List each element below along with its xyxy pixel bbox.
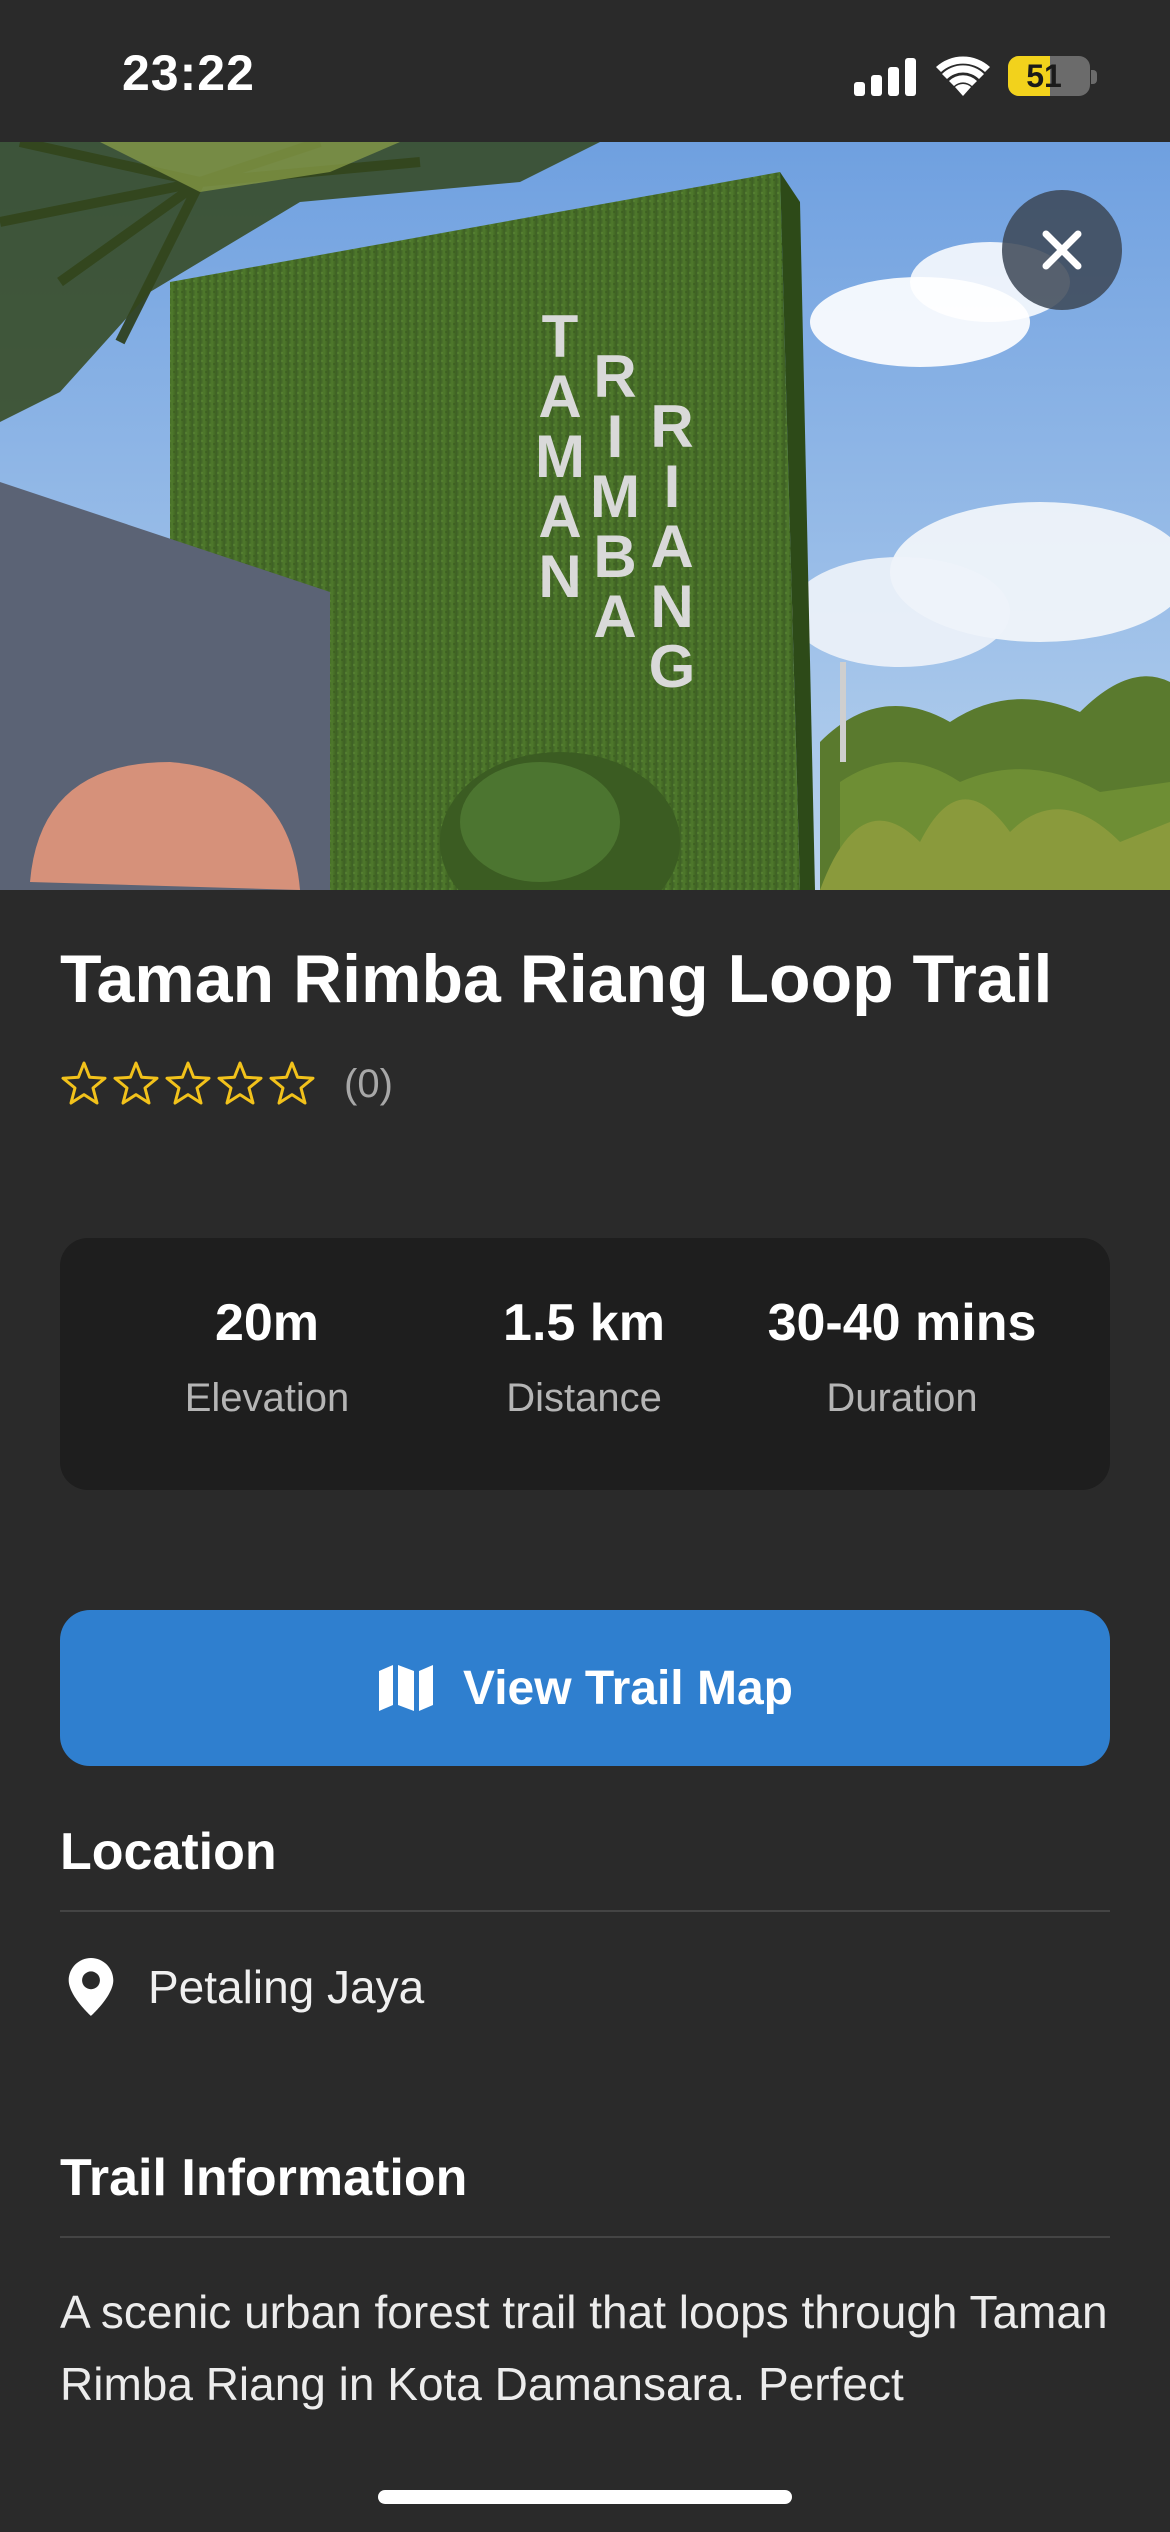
svg-text:N: N <box>650 573 693 640</box>
svg-text:M: M <box>535 423 585 490</box>
view-trail-map-button[interactable]: View Trail Map <box>60 1610 1110 1766</box>
stat-value: 30-40 mins <box>767 1294 1037 1352</box>
location-text: Petaling Jaya <box>148 1961 425 2013</box>
svg-text:A: A <box>538 363 581 430</box>
star-icon <box>113 1061 159 1105</box>
star-icon <box>269 1061 315 1105</box>
close-icon <box>1042 230 1082 270</box>
svg-text:N: N <box>538 543 581 610</box>
trail-title: Taman Rimba Riang Loop Trail <box>60 941 1053 1017</box>
battery-icon: 51 <box>1008 56 1090 96</box>
divider <box>60 2236 1110 2238</box>
view-trail-map-label: View Trail Map <box>463 1661 793 1715</box>
trail-description: A scenic urban forest trail that loops t… <box>60 2286 1108 2410</box>
svg-text:I: I <box>607 403 624 470</box>
svg-text:G: G <box>649 633 696 700</box>
wifi-icon <box>936 56 990 96</box>
stat-elevation: 20m Elevation <box>117 1292 417 1422</box>
svg-text:A: A <box>650 513 693 580</box>
stat-value: 1.5 km <box>503 1294 665 1352</box>
battery-nub <box>1091 70 1097 84</box>
svg-text:T: T <box>542 303 579 370</box>
location-row: Petaling Jaya <box>60 1952 424 2022</box>
svg-text:M: M <box>590 463 640 530</box>
hero-image: TAMAN RIMBA RIANG <box>0 142 1170 890</box>
svg-text:I: I <box>664 453 681 520</box>
stats-card: 20m Elevation 1.5 km Distance 30-40 mins… <box>60 1238 1110 1490</box>
home-indicator[interactable] <box>378 2490 792 2504</box>
star-icon <box>165 1061 211 1105</box>
trail-info-heading: Trail Information <box>60 2149 468 2207</box>
stat-duration: 30-40 mins Duration <box>752 1292 1052 1422</box>
close-button[interactable] <box>1002 190 1122 310</box>
rating-stars <box>60 1060 316 1108</box>
svg-text:R: R <box>650 393 693 460</box>
trail-detail-screen: 23:22 51 T A M A N R I M B A R I A N G T… <box>0 0 1170 2532</box>
svg-text:R: R <box>593 343 636 410</box>
battery-level: 51 <box>1026 58 1062 94</box>
stat-value: 20m <box>214 1294 320 1352</box>
status-bar: 23:22 51 <box>0 0 1170 142</box>
stat-label: Duration <box>826 1376 978 1420</box>
star-icon <box>61 1061 107 1105</box>
star-icon <box>217 1061 263 1105</box>
map-icon <box>379 1665 434 1711</box>
svg-text:A: A <box>538 483 581 550</box>
svg-text:B: B <box>593 523 636 590</box>
cellular-signal-icon <box>854 58 916 96</box>
location-pin-icon <box>68 1958 114 2016</box>
status-time: 23:22 <box>122 45 255 101</box>
svg-text:A: A <box>593 583 636 650</box>
rating-row: (0) <box>60 1056 393 1112</box>
review-count: (0) <box>344 1061 393 1106</box>
stat-distance: 1.5 km Distance <box>434 1292 734 1422</box>
divider <box>60 1910 1110 1912</box>
stat-label: Elevation <box>184 1376 350 1420</box>
location-heading: Location <box>60 1823 277 1881</box>
stat-label: Distance <box>506 1376 662 1420</box>
